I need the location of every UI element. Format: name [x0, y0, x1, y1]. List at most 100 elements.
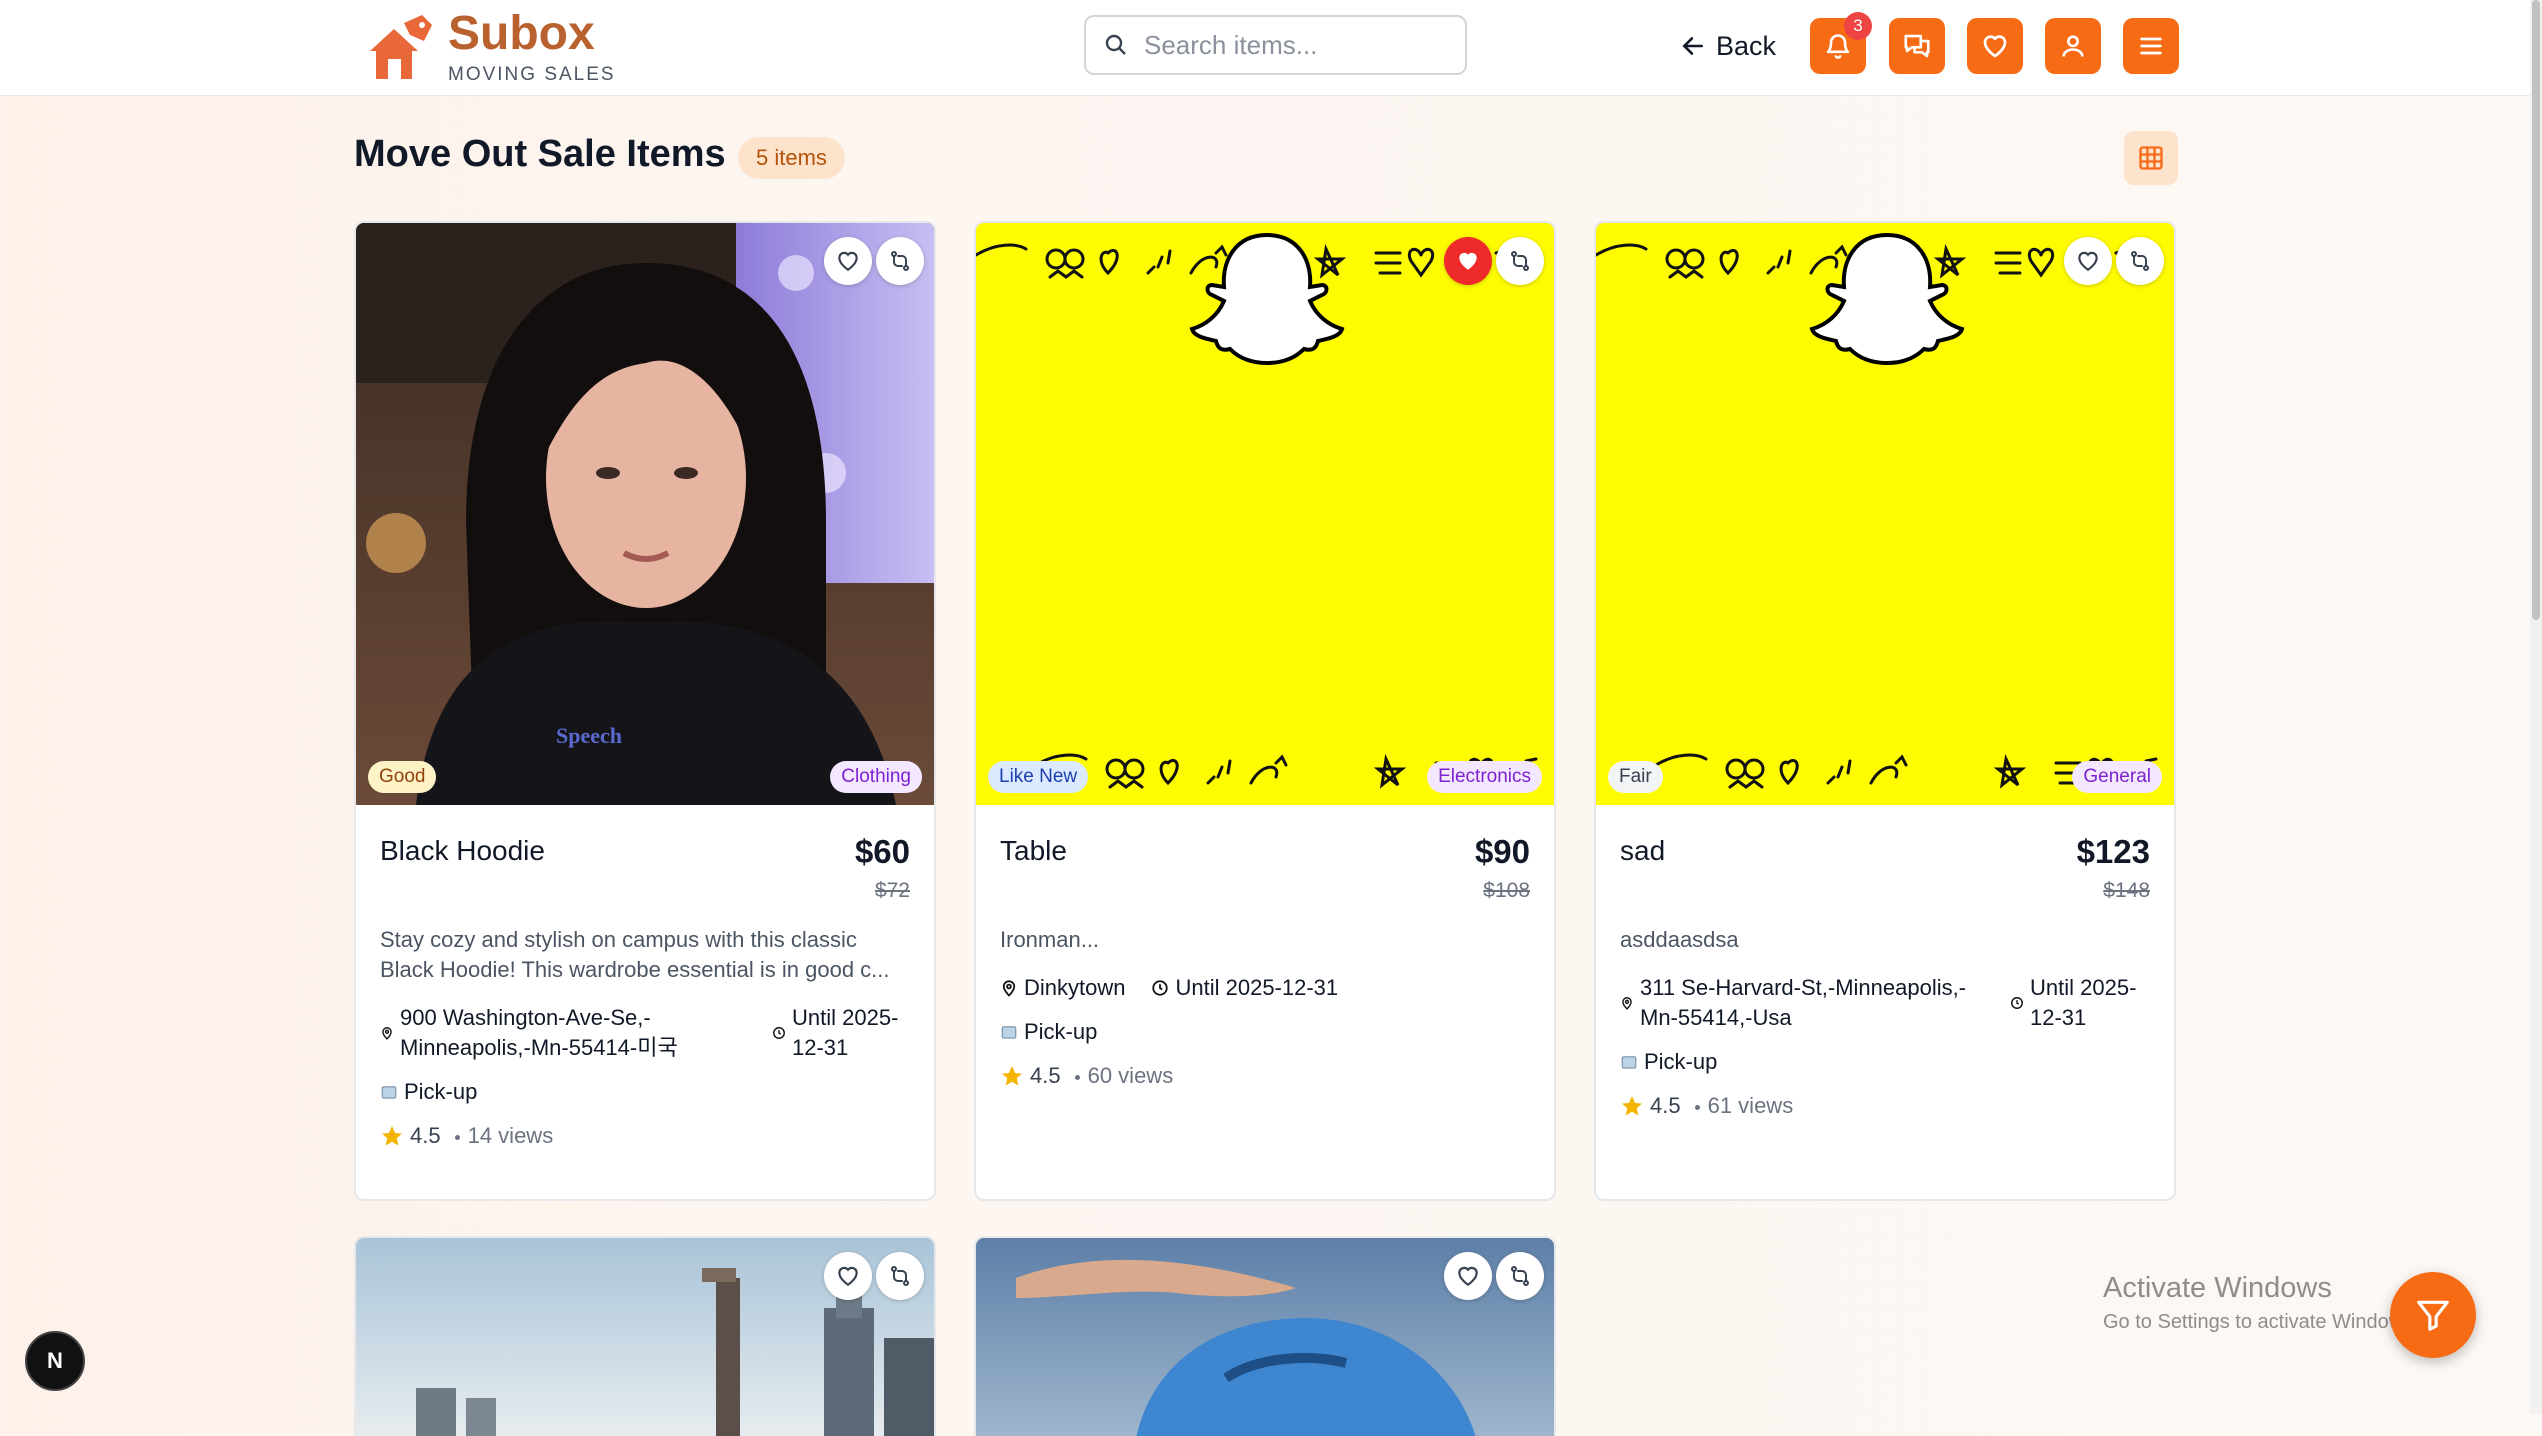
- item-price: $60: [854, 833, 910, 870]
- notifications-button[interactable]: 3: [1810, 12, 1872, 74]
- windows-activation-watermark: Activate Windows Go to Settings to activ…: [2103, 1272, 2419, 1334]
- brand-name: Subox: [448, 6, 595, 60]
- menu-icon: [2140, 37, 2162, 55]
- box-icon: [1001, 1026, 1017, 1039]
- rating-row: 4.5 14 views: [380, 1123, 910, 1149]
- star-icon: [1622, 1096, 1642, 1116]
- category-badge: Clothing: [830, 761, 922, 793]
- favorite-button[interactable]: [1444, 1252, 1492, 1300]
- rating-row: 4.5 61 views: [1620, 1093, 2150, 1119]
- available-until: Until 2025-12-31: [2030, 975, 2137, 1030]
- favorite-button[interactable]: [824, 237, 872, 285]
- snapchat-ghost-image: [976, 232, 1554, 789]
- profile-button[interactable]: [2045, 18, 2101, 74]
- category-badge: General: [2072, 761, 2162, 793]
- original-price: $108: [1483, 879, 1530, 902]
- favorite-button[interactable]: [1444, 237, 1492, 285]
- item-description: asddaasdsa: [1620, 927, 1739, 952]
- favorites-button[interactable]: [1967, 18, 2023, 74]
- compare-arrows-icon: [891, 251, 909, 271]
- condition-badge: Like New: [988, 761, 1089, 793]
- heart-icon: [838, 1266, 858, 1286]
- notification-count-badge: 3: [1844, 12, 1872, 40]
- item-card[interactable]: [354, 1236, 936, 1436]
- view-count: 14 views: [467, 1123, 554, 1148]
- item-photo: Speech: [356, 223, 934, 805]
- favorite-button[interactable]: [2064, 237, 2112, 285]
- rating-value: 4.5: [410, 1123, 441, 1148]
- house-tag-icon: [370, 14, 432, 79]
- compare-arrows-icon: [2131, 251, 2149, 271]
- item-name[interactable]: Black Hoodie: [380, 835, 910, 867]
- item-image[interactable]: Fair General: [1596, 223, 2174, 805]
- item-card[interactable]: [974, 1236, 1556, 1436]
- scrollbar-thumb[interactable]: [2532, 0, 2540, 620]
- price-block: $60 $72: [855, 833, 910, 903]
- search-box[interactable]: [1084, 15, 1467, 75]
- heart-icon: [838, 251, 858, 271]
- heart-icon: [1983, 35, 2007, 58]
- item-description: Stay cozy and stylish on campus with thi…: [380, 927, 890, 982]
- original-price: $148: [2103, 879, 2150, 902]
- delivery-label: Pick-up: [1024, 1019, 1098, 1044]
- item-image[interactable]: Speech Good Clothing: [356, 223, 934, 805]
- grid-icon: [2139, 146, 2163, 170]
- delivery-option: Pick-up: [380, 1079, 910, 1105]
- item-count-badge: 5 items: [738, 137, 845, 179]
- grid-view-toggle[interactable]: [2124, 131, 2178, 185]
- item-description: Ironman...: [1000, 927, 1100, 952]
- original-price: $72: [874, 879, 910, 902]
- item-meta: 311 Se-Harvard-St,-Minneapolis,-Mn-55414…: [1620, 973, 2150, 1033]
- rating-row: 4.5 60 views: [1000, 1063, 1530, 1089]
- delivery-label: Pick-up: [1644, 1049, 1718, 1074]
- filter-button[interactable]: [2390, 1272, 2476, 1358]
- compare-button[interactable]: [876, 237, 924, 285]
- item-price: $123: [2076, 833, 2150, 870]
- heart-icon: [2078, 251, 2098, 271]
- brand-subtitle: MOVING SALES: [448, 63, 616, 85]
- item-card[interactable]: Fair General sad $123 $148 asddaasdsa 31…: [1594, 221, 2176, 1201]
- top-navbar: Subox MOVING SALES Back 3: [0, 0, 2542, 96]
- clock-icon: [773, 1027, 785, 1039]
- messages-button[interactable]: [1889, 18, 1945, 74]
- back-button[interactable]: Back: [1680, 25, 1776, 67]
- item-card[interactable]: Speech Good Clothing Black Hoodie $60 $7…: [354, 221, 936, 1201]
- item-location: 900 Washington-Ave-Se,-Minneapolis,-Mn-5…: [400, 1005, 678, 1060]
- heart-filled-icon: [1459, 252, 1477, 270]
- item-image[interactable]: [976, 1238, 1554, 1436]
- clock-icon: [2011, 997, 2023, 1009]
- brand-logo[interactable]: Subox MOVING SALES: [364, 0, 616, 95]
- item-location: 311 Se-Harvard-St,-Minneapolis,-Mn-55414…: [1640, 975, 1967, 1030]
- rating-value: 4.5: [1650, 1093, 1681, 1118]
- compare-button[interactable]: [1496, 1252, 1544, 1300]
- svg-text:Speech: Speech: [556, 723, 622, 748]
- item-image[interactable]: [356, 1238, 934, 1436]
- item-name[interactable]: Table: [1000, 835, 1530, 867]
- item-meta: Dinkytown Until 2025-12-31: [1000, 973, 1530, 1003]
- back-label: Back: [1716, 30, 1777, 61]
- watermark-subtitle: Go to Settings to activate Windows.: [2103, 1311, 2419, 1333]
- compare-button[interactable]: [876, 1252, 924, 1300]
- view-count: 60 views: [1087, 1063, 1174, 1088]
- box-icon: [1621, 1056, 1637, 1069]
- menu-button[interactable]: [2123, 18, 2179, 74]
- compare-button[interactable]: [1496, 237, 1544, 285]
- search-input[interactable]: [1142, 28, 1446, 62]
- compare-arrows-icon: [1511, 1266, 1529, 1286]
- filter-icon: [2417, 1300, 2449, 1331]
- favorite-button[interactable]: [824, 1252, 872, 1300]
- star-icon: [382, 1126, 402, 1146]
- page-scrollbar[interactable]: [2530, 0, 2542, 1414]
- snapchat-ghost-image: [1596, 232, 2174, 789]
- item-name[interactable]: sad: [1620, 835, 2150, 867]
- available-until: Until 2025-12-31: [792, 1005, 899, 1060]
- item-meta: 900 Washington-Ave-Se,-Minneapolis,-Mn-5…: [380, 1003, 910, 1063]
- item-card[interactable]: Like New Electronics Table $90 $108 Iron…: [974, 221, 1556, 1201]
- item-image[interactable]: Like New Electronics: [976, 223, 1554, 805]
- available-until: Until 2025-12-31: [1175, 975, 1339, 1000]
- star-icon: [1002, 1066, 1022, 1086]
- location-pin-icon: [1002, 980, 1016, 997]
- compare-button[interactable]: [2116, 237, 2164, 285]
- clock-icon: [1152, 980, 1169, 996]
- nextjs-dev-badge[interactable]: N: [25, 1331, 85, 1391]
